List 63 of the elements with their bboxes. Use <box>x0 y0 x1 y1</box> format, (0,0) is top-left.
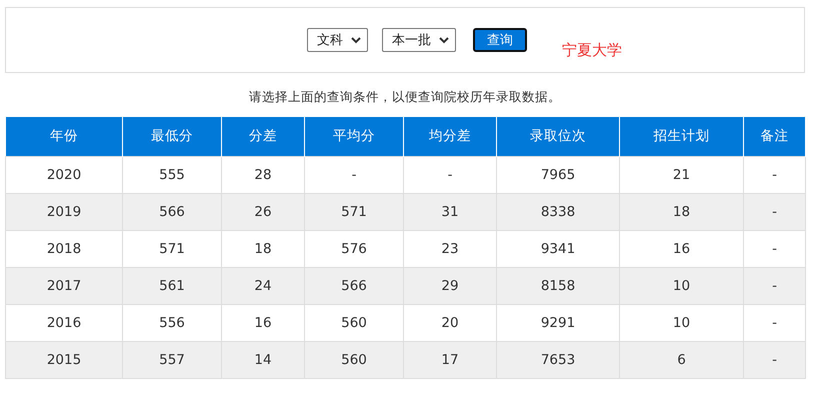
table-cell: 2017 <box>6 267 122 304</box>
table-cell: 17 <box>404 341 496 378</box>
chevron-icon <box>439 36 449 44</box>
table-cell: 571 <box>304 193 404 230</box>
table-cell: 29 <box>404 267 496 304</box>
column-header: 平均分 <box>304 117 404 156</box>
table-cell: 26 <box>222 193 304 230</box>
batch-select[interactable]: 本一批 <box>382 28 456 52</box>
table-cell: 556 <box>122 304 222 341</box>
table-cell: 576 <box>304 230 404 267</box>
table-cell: 6 <box>620 341 744 378</box>
table-cell: 14 <box>222 341 304 378</box>
column-header: 备注 <box>744 117 806 156</box>
table-cell: 571 <box>122 230 222 267</box>
table-cell: 18 <box>222 230 304 267</box>
table-cell: - <box>744 341 806 378</box>
chevron-icon <box>351 36 361 44</box>
subject-select[interactable]: 文科 <box>307 28 368 52</box>
table-cell: - <box>744 230 806 267</box>
table-cell: 16 <box>222 304 304 341</box>
table-cell: 7653 <box>496 341 620 378</box>
table-cell: 560 <box>304 304 404 341</box>
table-cell: - <box>744 267 806 304</box>
table-cell: 18 <box>620 193 744 230</box>
table-cell: 7965 <box>496 156 620 193</box>
table-cell: 23 <box>404 230 496 267</box>
table-cell: 566 <box>304 267 404 304</box>
table-cell: 9291 <box>496 304 620 341</box>
school-name: 宁夏大学 <box>562 40 622 60</box>
table-cell: 560 <box>304 341 404 378</box>
table-cell: - <box>304 156 404 193</box>
table-cell: 2019 <box>6 193 122 230</box>
query-button[interactable]: 查询 <box>473 28 527 52</box>
table-cell: - <box>744 304 806 341</box>
table-cell: 20 <box>404 304 496 341</box>
hint-text: 请选择上面的查询条件，以便查询院校历年录取数据。 <box>248 89 562 106</box>
table-cell: - <box>404 156 496 193</box>
table-cell: 2018 <box>6 230 122 267</box>
column-header: 分差 <box>222 117 304 156</box>
table-cell: 31 <box>404 193 496 230</box>
column-header: 录取位次 <box>496 117 620 156</box>
table-cell: 566 <box>122 193 222 230</box>
table-cell: 8158 <box>496 267 620 304</box>
column-header: 均分差 <box>404 117 496 156</box>
column-header: 最低分 <box>122 117 222 156</box>
table-cell: 28 <box>222 156 304 193</box>
table-cell: - <box>744 156 806 193</box>
table-cell: 557 <box>122 341 222 378</box>
table-cell: 555 <box>122 156 222 193</box>
table-cell: 10 <box>620 267 744 304</box>
table-cell: 10 <box>620 304 744 341</box>
table-cell: 2015 <box>6 341 122 378</box>
table-cell: 16 <box>620 230 744 267</box>
table-cell: 2020 <box>6 156 122 193</box>
table-cell: 9341 <box>496 230 620 267</box>
table-cell: 2016 <box>6 304 122 341</box>
table-cell: 561 <box>122 267 222 304</box>
column-header: 年份 <box>6 117 122 156</box>
table-cell: - <box>744 193 806 230</box>
column-header: 招生计划 <box>620 117 744 156</box>
table-cell: 24 <box>222 267 304 304</box>
table-cell: 8338 <box>496 193 620 230</box>
table-cell: 21 <box>620 156 744 193</box>
